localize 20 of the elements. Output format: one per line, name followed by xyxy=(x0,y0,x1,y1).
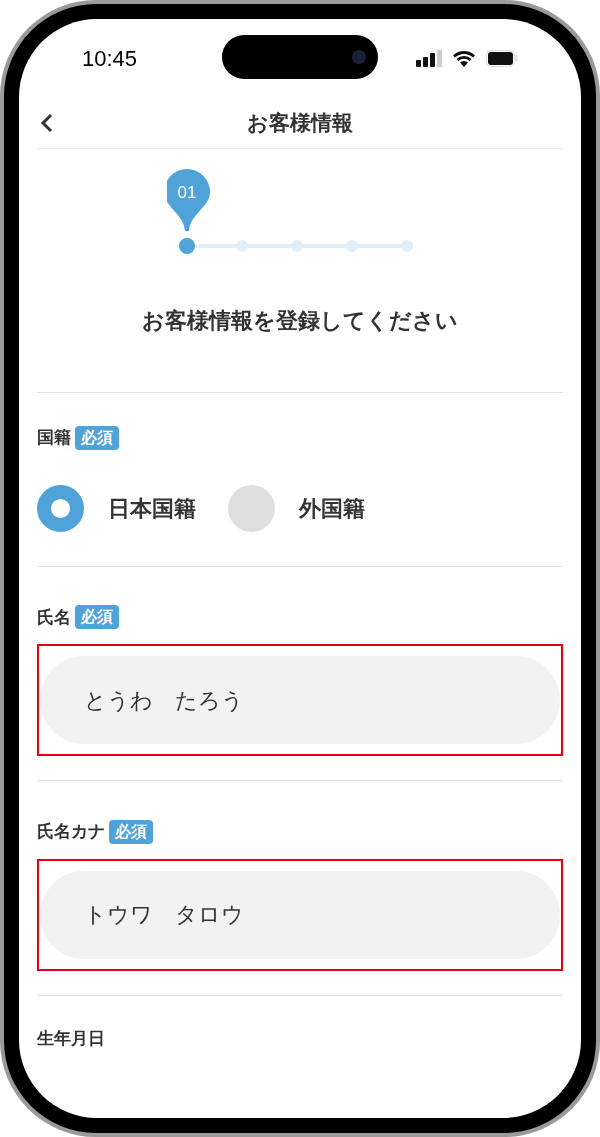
back-icon[interactable] xyxy=(40,112,54,133)
wifi-icon xyxy=(452,49,476,67)
text-field[interactable]: トウワ タロウ xyxy=(40,870,560,959)
page-title: お客様情報 xyxy=(247,109,353,136)
required-tag: 必須 xyxy=(75,605,119,630)
field-label: 国籍 xyxy=(37,427,71,449)
required-tag: 必須 xyxy=(109,819,153,844)
text-field[interactable]: とうわ たろう xyxy=(40,656,560,744)
field-label: 氏名カナ xyxy=(37,821,105,843)
radio-label: 外国籍 xyxy=(299,494,365,523)
battery-icon xyxy=(486,49,518,67)
section-heading: お客様情報を登録してください xyxy=(142,307,458,335)
field-label: 氏名 xyxy=(37,606,71,629)
radio-button[interactable] xyxy=(37,484,84,532)
status-time: 10:45 xyxy=(82,44,138,73)
radio-button[interactable] xyxy=(228,484,275,532)
radio-label: 日本国籍 xyxy=(108,494,196,523)
signal-icon xyxy=(416,49,442,67)
required-tag: 必須 xyxy=(75,425,119,450)
field-label: 生年月日 xyxy=(37,1027,105,1050)
